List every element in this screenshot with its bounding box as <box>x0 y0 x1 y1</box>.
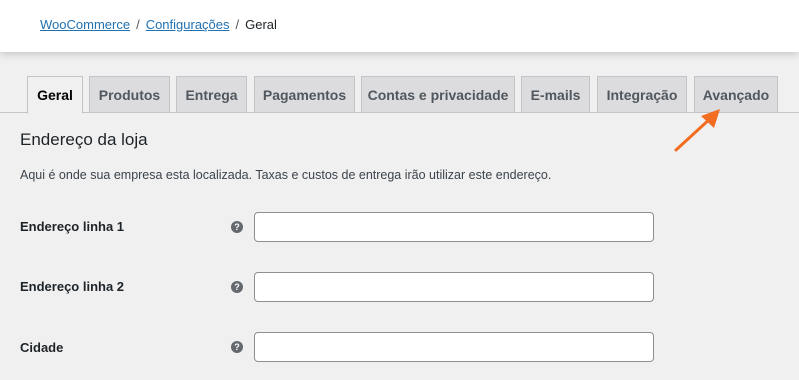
tab-geral[interactable]: Geral <box>27 76 83 114</box>
tab-produtos[interactable]: Produtos <box>89 76 170 113</box>
address-line-2-input[interactable] <box>254 272 654 302</box>
tab-pagamentos[interactable]: Pagamentos <box>254 76 355 113</box>
breadcrumb-configuracoes-link[interactable]: Configurações <box>146 17 230 32</box>
top-header: WooCommerce / Configurações / Geral <box>0 0 799 52</box>
question-circle-icon[interactable]: ? <box>231 281 243 293</box>
city-label: Cidade <box>20 340 64 355</box>
breadcrumb-separator: / <box>235 17 240 32</box>
address-line-1-input[interactable] <box>254 212 654 242</box>
address-line-1-label: Endereço linha 1 <box>20 219 125 234</box>
city-input[interactable] <box>254 332 654 362</box>
tab-contas-e-privacidade[interactable]: Contas e privacidade <box>361 76 515 113</box>
tab-e-mails[interactable]: E-mails <box>521 76 590 113</box>
breadcrumb: WooCommerce / Configurações / Geral <box>40 17 277 32</box>
breadcrumb-separator: / <box>136 17 140 32</box>
question-circle-icon[interactable]: ? <box>231 221 243 233</box>
question-circle-icon[interactable]: ? <box>231 341 243 353</box>
section-title: Endereço da loja <box>20 130 148 149</box>
address-line-2-label: Endereço linha 2 <box>20 279 125 294</box>
breadcrumb-current: Geral <box>245 17 277 32</box>
arrow-annotation-icon <box>674 109 720 152</box>
section-description: Aqui é onde sua empresa esta localizada.… <box>20 168 552 182</box>
tab-entrega[interactable]: Entrega <box>176 76 247 113</box>
breadcrumb-woocommerce-link[interactable]: WooCommerce <box>40 17 130 32</box>
